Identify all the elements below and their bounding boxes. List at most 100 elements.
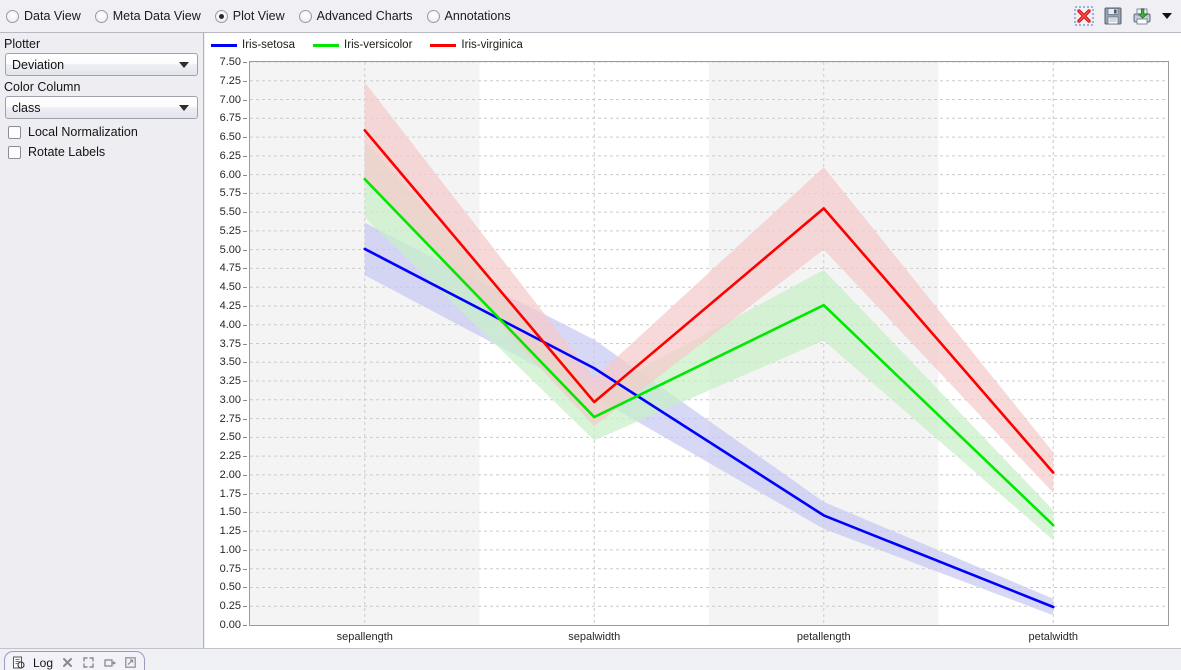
rotate-labels-label: Rotate Labels	[28, 145, 106, 159]
y-axis-tick-mark	[243, 249, 247, 251]
y-axis-tick-mark	[243, 512, 247, 514]
view-toolbar: Data View Meta Data View Plot View Advanced…	[0, 0, 1181, 33]
chart-legend: Iris-setosa Iris-versicolor Iris-virginica	[211, 35, 523, 55]
y-axis-tick-label: 1.75	[219, 487, 241, 500]
legend-label: Iris-virginica	[461, 39, 523, 51]
chevron-down-icon	[179, 104, 189, 111]
restore-icon[interactable]	[124, 656, 137, 669]
y-axis-tick-label: 6.25	[219, 149, 241, 162]
plotter-value: Deviation	[12, 57, 65, 72]
y-axis-tick-label: 5.75	[219, 187, 241, 200]
local-normalization-checkbox[interactable]: Local Normalization	[0, 119, 203, 139]
status-bar: Log	[0, 648, 1181, 670]
chevron-down-icon	[179, 61, 189, 68]
view-radio-group: Data View Meta Data View Plot View Advanced…	[0, 9, 511, 23]
radio-data-view[interactable]: Data View	[6, 9, 81, 23]
y-axis-tick-label: 7.25	[219, 74, 241, 87]
radio-plot-view[interactable]: Plot View	[214, 9, 285, 23]
y-axis-tick-mark	[243, 399, 247, 401]
radio-button-icon	[214, 9, 228, 23]
legend-item: Iris-versicolor	[313, 39, 412, 51]
radio-label: Annotations	[444, 9, 511, 23]
y-axis-tick-mark	[243, 230, 247, 232]
y-axis-tick-label: 2.50	[219, 431, 241, 444]
y-axis-tick-mark	[243, 324, 247, 326]
radio-button-icon	[94, 9, 108, 23]
y-axis-tick-label: 0.75	[219, 562, 241, 575]
y-axis-tick-mark	[243, 118, 247, 120]
y-axis-tick-label: 4.75	[219, 262, 241, 275]
y-axis-tick-mark	[243, 362, 247, 364]
y-axis-tick-mark	[243, 99, 247, 101]
close-icon[interactable]	[61, 656, 74, 669]
legend-swatch-icon	[211, 43, 237, 47]
y-axis-tick-mark	[243, 587, 247, 589]
radio-label: Plot View	[232, 9, 285, 23]
y-axis-tick-label: 1.50	[219, 506, 241, 519]
y-axis-tick-mark	[243, 343, 247, 345]
y-axis-tick-label: 1.00	[219, 543, 241, 556]
y-axis-tick-label: 0.50	[219, 581, 241, 594]
plot-options-sidebar: Plotter Deviation Color Column class Loc…	[0, 33, 204, 648]
y-axis-tick-mark	[243, 174, 247, 176]
radio-button-icon	[6, 9, 19, 23]
x-axis-tick-label: sepalwidth	[568, 631, 621, 643]
radio-annotations[interactable]: Annotations	[426, 9, 511, 23]
y-axis-tick-mark	[243, 474, 247, 476]
y-axis-tick-mark	[243, 193, 247, 195]
radio-button-icon	[426, 9, 440, 23]
y-axis-tick-label: 3.75	[219, 337, 241, 350]
log-icon	[12, 656, 25, 669]
y-axis-tick-label: 6.75	[219, 112, 241, 125]
y-axis-tick-mark	[243, 155, 247, 157]
float-icon[interactable]	[103, 656, 116, 669]
y-axis-tick-mark	[243, 62, 247, 63]
y-axis-tick-label: 3.25	[219, 375, 241, 388]
legend-swatch-icon	[313, 43, 340, 47]
deviation-chart[interactable]: 0.00 0.25 0.50 0.75 1.00 1.25 1.50 1.75 2.00 2.25…	[205, 56, 1181, 648]
legend-label: Iris-setosa	[242, 39, 296, 51]
radio-button-icon	[298, 9, 312, 23]
x-axis-tick-label: sepallength	[336, 631, 393, 643]
radio-meta-data-view[interactable]: Meta Data View	[94, 9, 201, 23]
save-icon[interactable]	[1102, 5, 1124, 27]
radio-label: Data View	[24, 9, 81, 23]
y-axis-tick-label: 2.75	[219, 412, 241, 425]
y-axis-tick-mark	[243, 531, 247, 533]
y-axis-tick-label: 2.25	[219, 450, 241, 463]
log-tab[interactable]: Log	[4, 651, 146, 670]
y-axis-tick-mark	[243, 80, 247, 82]
y-axis-tick-mark	[243, 549, 247, 551]
y-axis-tick-mark	[243, 268, 247, 270]
x-axis: sepallength sepalwidth petallength petalwid…	[205, 626, 1181, 648]
y-axis-tick-label: 4.00	[219, 318, 241, 331]
y-axis-tick-mark	[243, 212, 247, 214]
y-axis-tick-label: 5.25	[219, 224, 241, 237]
y-axis-tick-mark	[243, 381, 247, 383]
y-axis-tick-mark	[243, 305, 247, 307]
x-axis-tick-label: petallength	[796, 631, 851, 643]
delete-icon[interactable]	[1073, 5, 1095, 27]
y-axis-tick-label: 7.50	[219, 56, 241, 68]
color-column-dropdown[interactable]: class	[5, 96, 198, 119]
y-axis-tick-mark	[243, 418, 247, 420]
y-axis-tick-mark	[243, 568, 247, 570]
checkbox-box	[8, 145, 21, 159]
y-axis-tick-label: 1.25	[219, 525, 241, 538]
plotter-dropdown[interactable]: Deviation	[5, 53, 198, 76]
y-axis-tick-mark	[243, 493, 247, 495]
y-axis-tick-label: 3.50	[219, 356, 241, 369]
y-axis-tick-label: 5.00	[219, 243, 241, 256]
toolbar-icon-group	[1073, 5, 1181, 27]
plot-area[interactable]	[249, 61, 1169, 626]
y-axis-tick-label: 4.50	[219, 281, 241, 294]
y-axis-tick-label: 6.50	[219, 131, 241, 144]
radio-advanced-charts[interactable]: Advanced Charts	[298, 9, 413, 23]
maximize-icon[interactable]	[82, 656, 95, 669]
rotate-labels-checkbox[interactable]: Rotate Labels	[0, 139, 203, 159]
radio-label: Meta Data View	[112, 9, 201, 23]
legend-item: Iris-setosa	[211, 39, 295, 51]
chevron-down-icon[interactable]	[1160, 6, 1174, 26]
export-icon[interactable]	[1131, 5, 1153, 27]
plotter-label: Plotter	[4, 37, 41, 51]
